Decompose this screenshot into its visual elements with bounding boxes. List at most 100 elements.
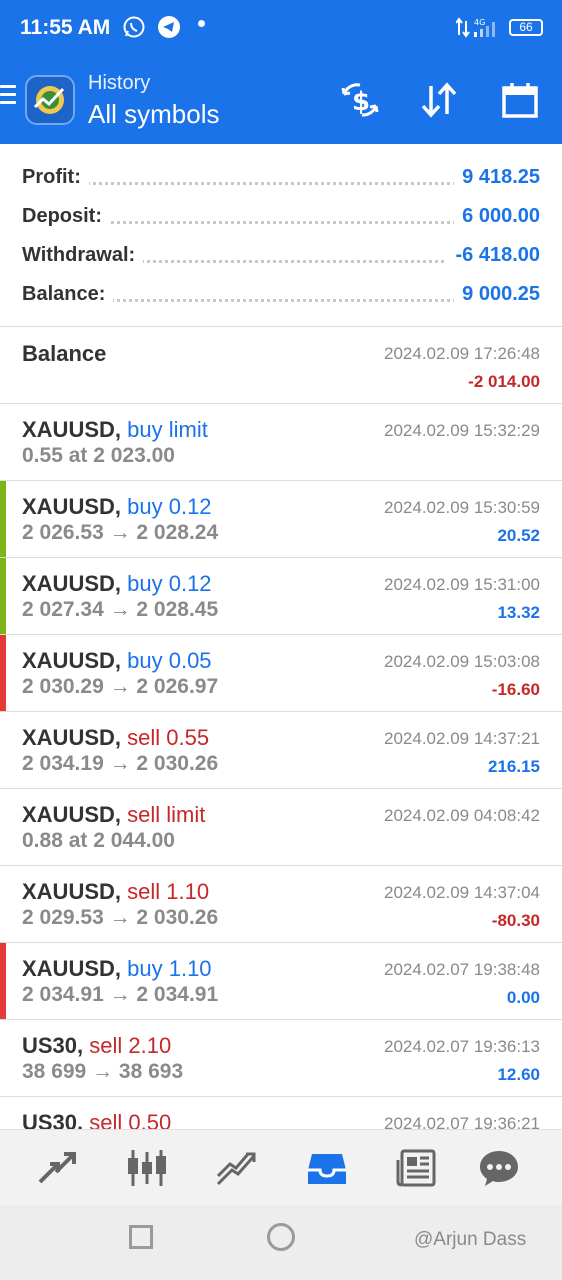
result-indicator bbox=[0, 404, 6, 480]
row-symbol: US30, sell 0.50 bbox=[22, 1110, 171, 1129]
row-profit: -16.60 bbox=[491, 680, 540, 699]
row-datetime: 2024.02.09 04:08:42 bbox=[384, 806, 540, 825]
row-profit: -80.30 bbox=[491, 911, 540, 930]
row-symbol: XAUUSD, buy limit bbox=[22, 417, 208, 442]
row-profit: 20.52 bbox=[497, 526, 540, 545]
row-detail: 2 027.34 → 2 028.45 bbox=[22, 598, 219, 621]
summary-label: Deposit: bbox=[22, 205, 110, 228]
trade-icon[interactable] bbox=[216, 1148, 258, 1193]
page-subtitle: History bbox=[88, 72, 151, 94]
row-detail: 2 030.29 → 2 026.97 bbox=[22, 675, 219, 698]
app-bar: History All symbols $ bbox=[0, 58, 562, 144]
row-symbol: XAUUSD, buy 0.05 bbox=[22, 648, 212, 673]
telegram-icon bbox=[157, 15, 181, 44]
row-operation: buy limit bbox=[127, 417, 208, 442]
svg-text:4G: 4G bbox=[474, 18, 485, 27]
summary-label: Withdrawal: bbox=[22, 244, 144, 267]
chart-icon[interactable] bbox=[126, 1148, 168, 1193]
home-button[interactable] bbox=[267, 1223, 295, 1251]
summary-deposit: Deposit: 6 000.00 bbox=[22, 201, 540, 231]
history-row[interactable]: US30, sell 2.10 38 699 → 38 693 2024.02.… bbox=[0, 1020, 562, 1097]
watermark: @Arjun Dass bbox=[414, 1229, 527, 1250]
history-row[interactable]: XAUUSD, buy limit 0.55 at 2 023.00 2024.… bbox=[0, 404, 562, 481]
battery-indicator: 66 bbox=[509, 19, 543, 36]
row-datetime: 2024.02.09 15:32:29 bbox=[384, 421, 540, 440]
result-indicator bbox=[0, 635, 6, 711]
result-indicator bbox=[0, 558, 6, 634]
row-operation: sell limit bbox=[127, 802, 206, 827]
result-indicator bbox=[0, 481, 6, 557]
recents-button[interactable] bbox=[129, 1225, 153, 1249]
summary-withdrawal: Withdrawal: -6 418.00 bbox=[22, 240, 540, 270]
row-datetime: 2024.02.09 15:31:00 bbox=[384, 575, 540, 594]
page-title[interactable]: All symbols bbox=[88, 99, 219, 130]
row-datetime: 2024.02.07 19:36:21 bbox=[384, 1114, 540, 1129]
row-operation: sell 2.10 bbox=[89, 1033, 172, 1058]
row-profit: 13.32 bbox=[497, 603, 540, 622]
row-detail: 2 026.53 → 2 028.24 bbox=[22, 521, 219, 544]
row-operation: buy 0.05 bbox=[127, 648, 212, 673]
app-logo bbox=[25, 75, 75, 125]
status-time: 11:55 AM bbox=[20, 16, 111, 39]
row-detail: 2 029.53 → 2 030.26 bbox=[22, 906, 219, 929]
row-operation: sell 1.10 bbox=[127, 879, 210, 904]
row-datetime: 2024.02.09 15:03:08 bbox=[384, 652, 540, 671]
calendar-icon[interactable] bbox=[500, 80, 540, 125]
row-datetime: 2024.02.07 19:38:48 bbox=[384, 960, 540, 979]
history-row[interactable]: US30, sell 0.50 2024.02.07 19:36:21 bbox=[0, 1097, 562, 1129]
chat-icon[interactable] bbox=[478, 1148, 520, 1193]
row-operation: sell 0.55 bbox=[127, 725, 210, 750]
row-datetime: 2024.02.07 19:36:13 bbox=[384, 1037, 540, 1056]
row-profit: -2 014.00 bbox=[468, 372, 540, 391]
history-row[interactable]: XAUUSD, sell 1.10 2 029.53 → 2 030.26 20… bbox=[0, 866, 562, 943]
result-indicator bbox=[0, 789, 6, 865]
currency-exchange-icon[interactable]: $ bbox=[340, 80, 380, 125]
summary-profit: Profit: 9 418.25 bbox=[22, 162, 540, 192]
row-detail: 2 034.91 → 2 034.91 bbox=[22, 983, 219, 1006]
summary-value: -6 418.00 bbox=[447, 244, 540, 267]
row-datetime: 2024.02.09 14:37:04 bbox=[384, 883, 540, 902]
row-symbol: XAUUSD, buy 1.10 bbox=[22, 956, 212, 981]
whatsapp-icon bbox=[122, 15, 146, 44]
result-indicator bbox=[0, 712, 6, 788]
summary-label: Balance: bbox=[22, 283, 114, 306]
row-datetime: 2024.02.09 17:26:48 bbox=[384, 344, 540, 363]
summary-value: 9 418.25 bbox=[454, 166, 540, 189]
history-icon[interactable] bbox=[306, 1148, 348, 1193]
menu-icon[interactable] bbox=[0, 85, 16, 109]
sort-icon[interactable] bbox=[420, 80, 458, 125]
history-row[interactable]: XAUUSD, buy 0.12 2 027.34 → 2 028.45 202… bbox=[0, 558, 562, 635]
news-icon[interactable] bbox=[396, 1148, 438, 1193]
signal-icon: 4G bbox=[455, 17, 506, 44]
history-row[interactable]: XAUUSD, buy 1.10 2 034.91 → 2 034.91 202… bbox=[0, 943, 562, 1020]
history-list[interactable]: Balance 2024.02.09 17:26:48 -2 014.00 XA… bbox=[0, 327, 562, 1129]
history-row[interactable]: XAUUSD, sell limit 0.88 at 2 044.00 2024… bbox=[0, 789, 562, 866]
notification-dot bbox=[198, 20, 205, 27]
row-symbol: US30, sell 2.10 bbox=[22, 1033, 172, 1058]
row-datetime: 2024.02.09 15:30:59 bbox=[384, 498, 540, 517]
bottom-nav bbox=[0, 1129, 562, 1205]
row-symbol: Balance bbox=[22, 341, 107, 366]
row-profit: 216.15 bbox=[488, 757, 540, 776]
row-operation: buy 0.12 bbox=[127, 571, 212, 596]
system-nav: @Arjun Dass bbox=[0, 1205, 562, 1280]
account-summary: Profit: 9 418.25 Deposit: 6 000.00 Withd… bbox=[0, 144, 562, 327]
history-row[interactable]: XAUUSD, sell 0.55 2 034.19 → 2 030.26 20… bbox=[0, 712, 562, 789]
result-indicator bbox=[0, 1097, 6, 1129]
row-datetime: 2024.02.09 14:37:21 bbox=[384, 729, 540, 748]
status-bar: 11:55 AM 4G 66 bbox=[0, 0, 562, 58]
row-profit: 0.00 bbox=[506, 988, 540, 1007]
history-row[interactable]: Balance 2024.02.09 17:26:48 -2 014.00 bbox=[0, 327, 562, 404]
row-detail: 0.88 at 2 044.00 bbox=[22, 829, 175, 852]
row-operation: sell 0.50 bbox=[89, 1110, 172, 1129]
history-row[interactable]: XAUUSD, buy 0.12 2 026.53 → 2 028.24 202… bbox=[0, 481, 562, 558]
row-operation: buy 1.10 bbox=[127, 956, 212, 981]
row-symbol: XAUUSD, sell 0.55 bbox=[22, 725, 210, 750]
summary-value: 9 000.25 bbox=[454, 283, 540, 306]
result-indicator bbox=[0, 866, 6, 942]
svg-text:$: $ bbox=[352, 87, 370, 117]
result-indicator bbox=[0, 1020, 6, 1096]
quotes-icon[interactable] bbox=[36, 1148, 78, 1193]
row-detail: 2 034.19 → 2 030.26 bbox=[22, 752, 219, 775]
history-row[interactable]: XAUUSD, buy 0.05 2 030.29 → 2 026.97 202… bbox=[0, 635, 562, 712]
